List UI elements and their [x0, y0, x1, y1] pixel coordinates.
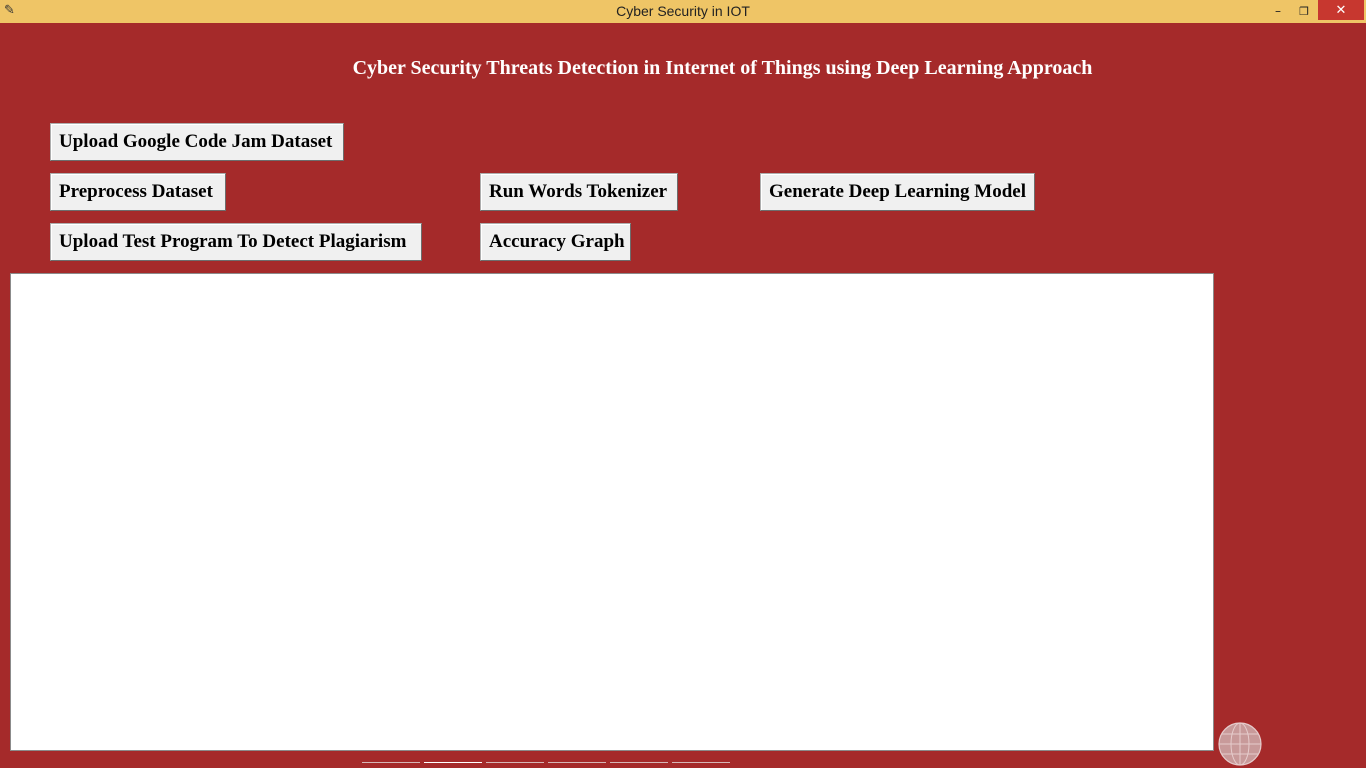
taskbar-tab[interactable] — [610, 762, 668, 768]
taskbar-tab[interactable] — [486, 762, 544, 768]
taskbar-tab[interactable] — [424, 762, 482, 768]
run-tokenizer-button[interactable]: Run Words Tokenizer — [480, 173, 678, 211]
taskbar-tab[interactable] — [672, 762, 730, 768]
preprocess-dataset-button[interactable]: Preprocess Dataset — [50, 173, 226, 211]
taskbar-tab[interactable] — [548, 762, 606, 768]
minimize-button[interactable]: – — [1265, 0, 1291, 22]
taskbar-tab[interactable] — [362, 762, 420, 768]
globe-icon[interactable] — [1218, 722, 1262, 766]
window-titlebar[interactable]: ✎ Cyber Security in IOT – ❐ ✕ — [0, 0, 1366, 23]
page-title: Cyber Security Threats Detection in Inte… — [0, 55, 1366, 81]
generate-model-button[interactable]: Generate Deep Learning Model — [760, 173, 1035, 211]
page-title-text: Cyber Security Threats Detection in Inte… — [352, 57, 1093, 79]
accuracy-graph-button[interactable]: Accuracy Graph — [480, 223, 631, 261]
maximize-button[interactable]: ❐ — [1291, 0, 1317, 22]
taskbar-strip — [0, 762, 1366, 768]
output-text-area[interactable] — [10, 273, 1214, 751]
window-title: Cyber Security in IOT — [616, 3, 750, 19]
close-button[interactable]: ✕ — [1318, 0, 1364, 20]
upload-dataset-button[interactable]: Upload Google Code Jam Dataset — [50, 123, 344, 161]
upload-test-program-button[interactable]: Upload Test Program To Detect Plagiarism — [50, 223, 422, 261]
